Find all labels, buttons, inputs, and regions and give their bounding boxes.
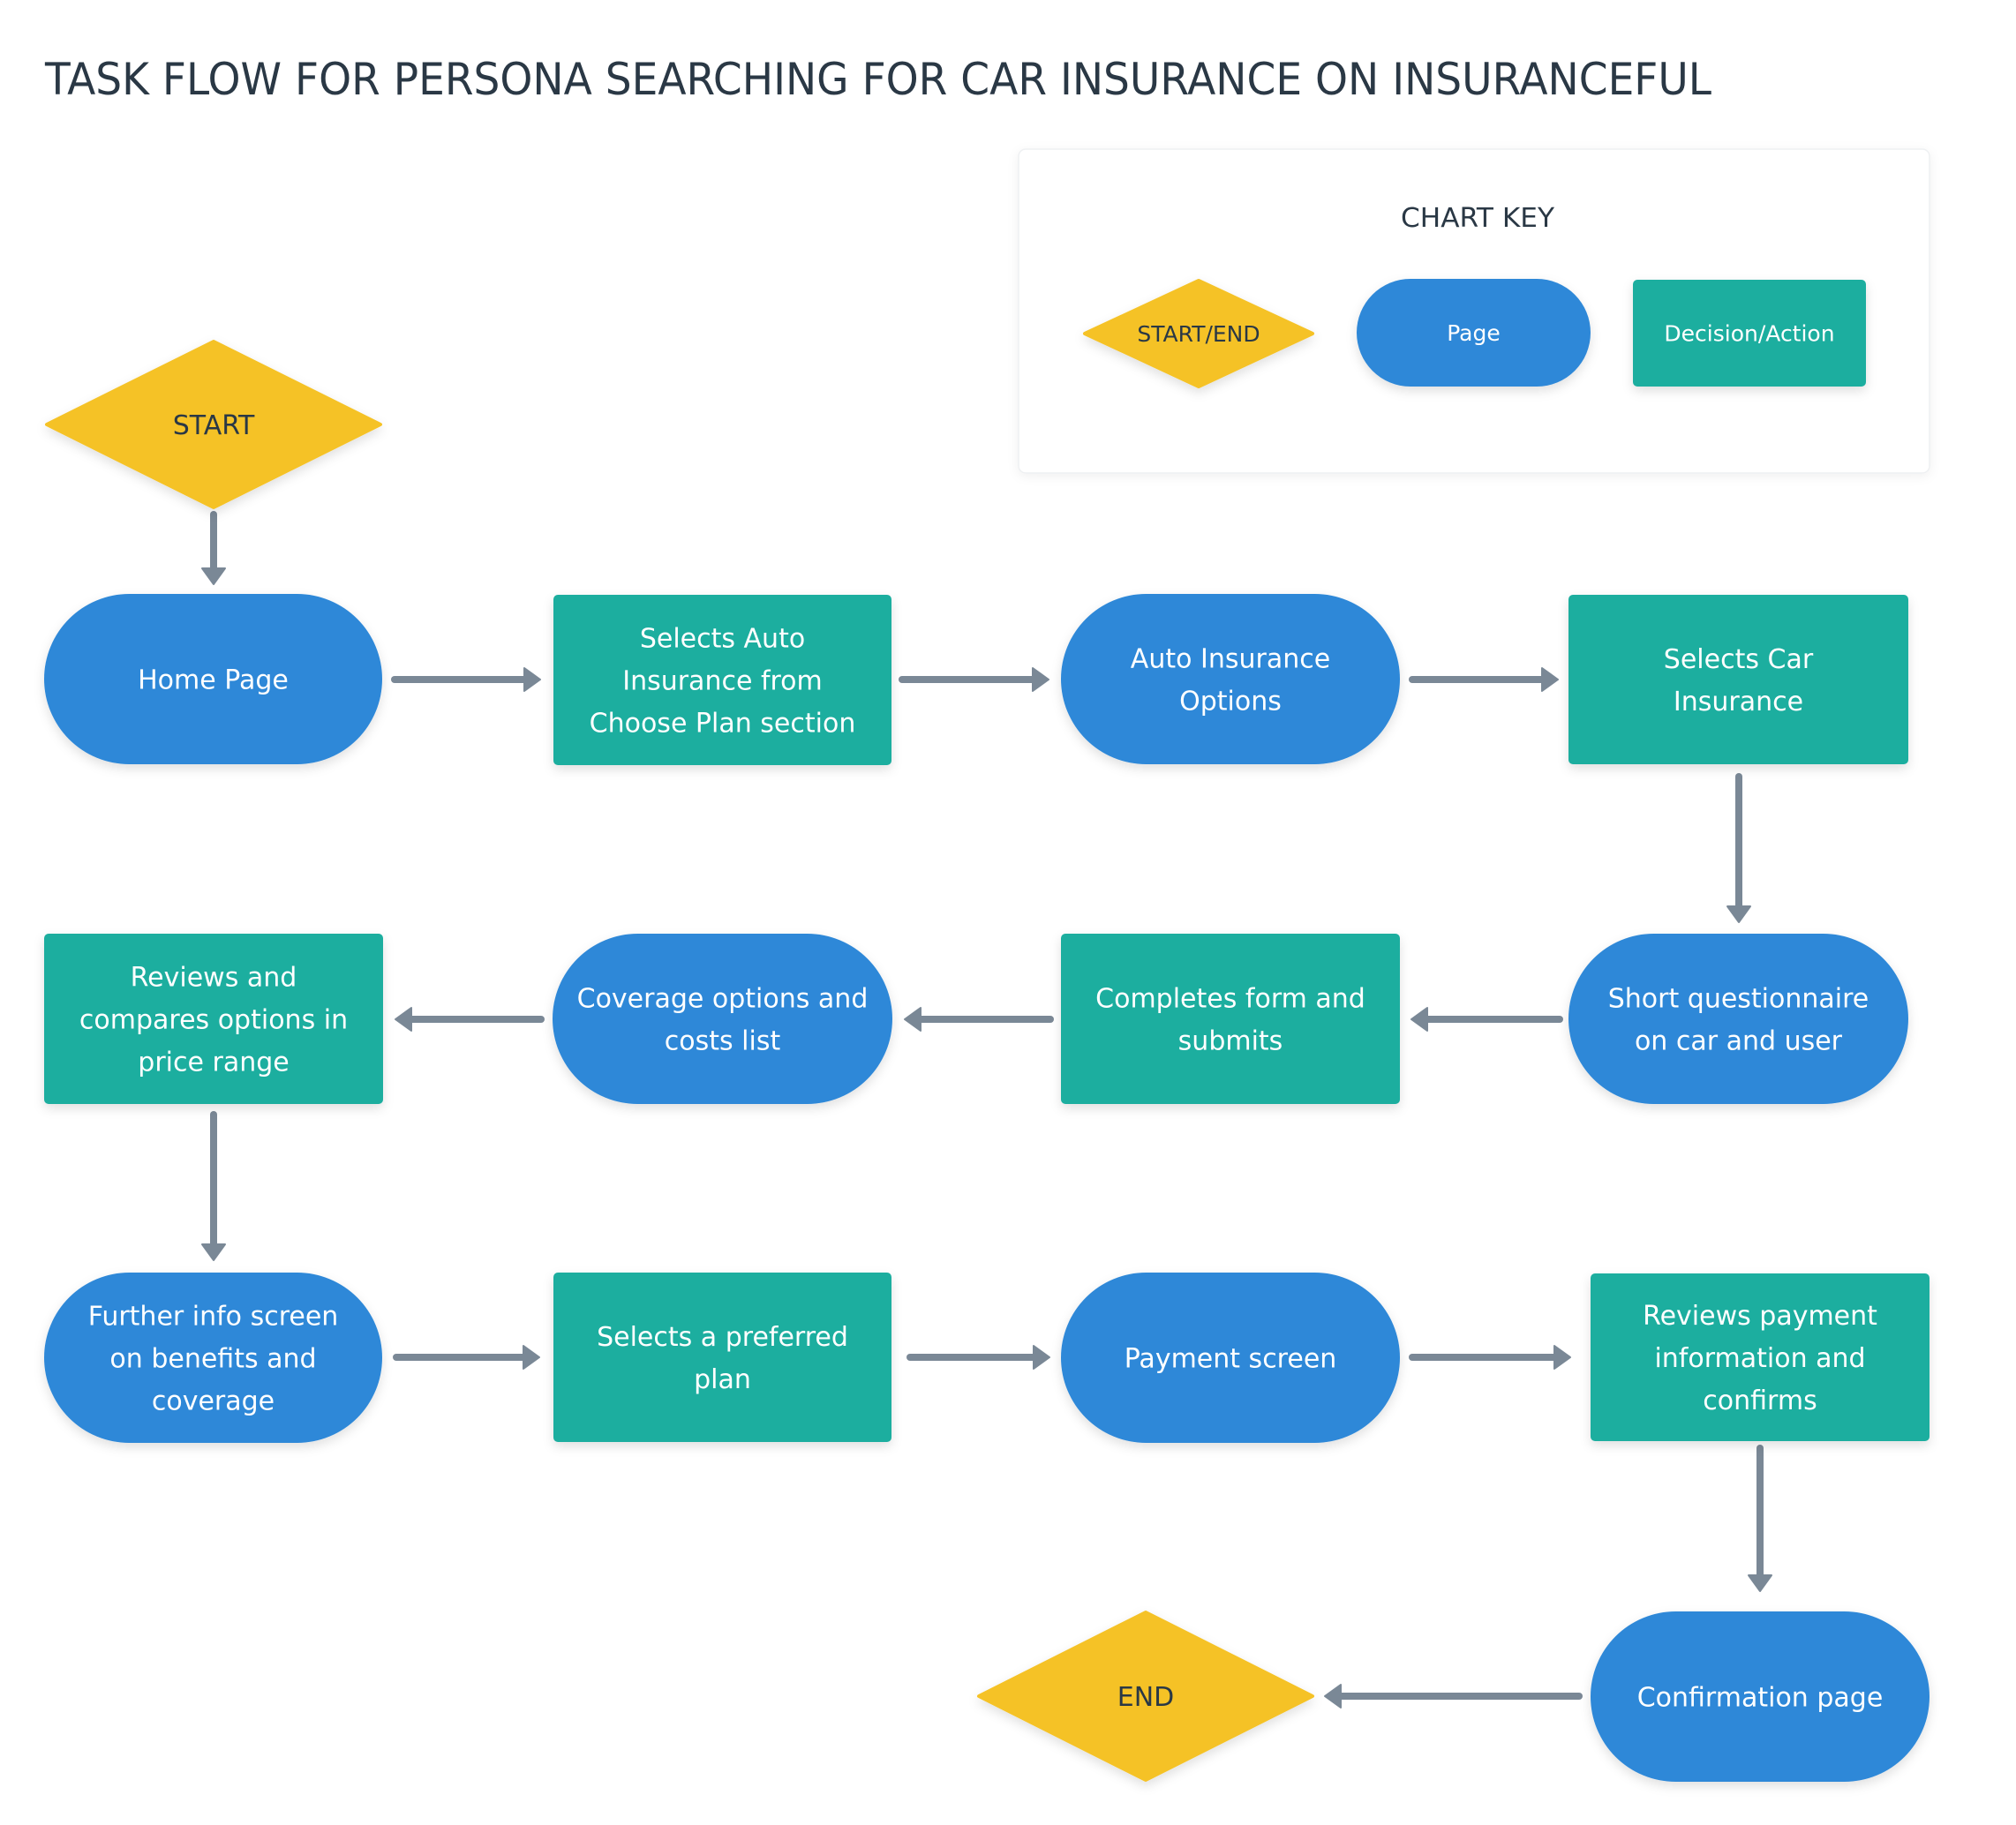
node-label-line: Insurance — [1674, 687, 1803, 717]
flow-node-start[interactable]: START — [45, 340, 382, 509]
node-label-line: END — [1117, 1682, 1175, 1713]
chart-key-label: START/END — [1137, 321, 1260, 347]
node-label-line: confirms — [1703, 1386, 1817, 1416]
node-label-line: Reviews and — [131, 963, 297, 994]
node-label-line: on car and user — [1635, 1026, 1843, 1057]
connector-arrow — [899, 667, 1049, 692]
arrowhead-icon — [1553, 1345, 1571, 1370]
diagram-title: TASK FLOW FOR PERSONA SEARCHING FOR CAR … — [44, 54, 1711, 105]
node-label-line: Selects Auto — [640, 624, 805, 655]
node-label-line: plan — [694, 1364, 751, 1395]
flow-node-short-questionnaire[interactable]: Short questionnaire on car and user — [1568, 934, 1908, 1104]
connector-arrow — [1324, 1684, 1583, 1709]
flow-connectors — [201, 511, 1772, 1709]
node-label-line: Selects Car — [1664, 644, 1814, 675]
flow-node-completes-form[interactable]: Completes form and submits — [1061, 934, 1400, 1104]
chart-key: CHART KEY START/END Page Decision/Action — [1018, 148, 1930, 474]
flow-node-auto-insurance-options[interactable]: Auto Insurance Options — [1061, 594, 1400, 764]
arrowhead-icon — [904, 1007, 921, 1032]
node-label-line: Auto Insurance — [1131, 644, 1330, 675]
arrowhead-icon — [395, 1007, 412, 1032]
flow-node-reviews-compares-options[interactable]: Reviews and compares options in price rang… — [44, 934, 383, 1104]
page-pill[interactable] — [1568, 934, 1908, 1104]
arrowhead-icon — [523, 667, 541, 692]
chart-key-label: Page — [1447, 320, 1501, 346]
node-label-line: price range — [138, 1048, 289, 1078]
decision-action-box[interactable] — [1061, 934, 1400, 1104]
node-label-line: information and — [1654, 1343, 1865, 1374]
flow-node-further-info-screen[interactable]: Further info screen on benefits and covera… — [44, 1273, 382, 1443]
arrowhead-icon — [1410, 1007, 1428, 1032]
chart-key-item-page: Page — [1357, 279, 1591, 387]
connector-arrow — [1726, 773, 1751, 923]
flow-node-confirmation-page[interactable]: Confirmation page — [1591, 1611, 1929, 1782]
arrowhead-icon — [1748, 1574, 1772, 1592]
connector-arrow — [391, 667, 541, 692]
node-label-line: Home Page — [138, 665, 289, 696]
node-label-line: Insurance from — [622, 666, 823, 697]
node-label-line: compares options in — [79, 1005, 348, 1036]
arrowhead-icon — [1541, 667, 1559, 692]
connector-arrow — [395, 1007, 545, 1032]
connector-arrow — [1409, 667, 1559, 692]
flow-node-selects-car-insurance[interactable]: Selects Car Insurance — [1568, 595, 1908, 764]
node-label-line: Completes form and — [1095, 984, 1365, 1015]
node-label-line: Confirmation page — [1637, 1683, 1884, 1714]
node-label-line: Selects a preferred — [597, 1322, 848, 1353]
connector-arrow — [906, 1345, 1050, 1370]
arrowhead-icon — [1033, 1345, 1050, 1370]
arrowhead-icon — [1324, 1684, 1342, 1709]
node-label-line: Coverage options and — [577, 984, 869, 1015]
chart-key-title: CHART KEY — [1401, 203, 1555, 234]
page-pill[interactable] — [553, 934, 892, 1104]
node-label-line: costs list — [665, 1026, 781, 1057]
connector-arrow — [1409, 1345, 1571, 1370]
connector-arrow — [201, 1111, 226, 1261]
node-label-line: coverage — [152, 1386, 275, 1417]
node-label-line: submits — [1178, 1026, 1283, 1057]
connector-arrow — [393, 1345, 540, 1370]
arrowhead-icon — [523, 1345, 540, 1370]
flow-node-end[interactable]: END — [977, 1611, 1314, 1782]
flow-node-selects-auto-insurance[interactable]: Selects Auto Insurance from Choose Plan se… — [553, 595, 891, 765]
node-label-line: Payment screen — [1125, 1344, 1337, 1375]
flow-node-home-page[interactable]: Home Page — [44, 594, 382, 764]
connector-arrow — [1748, 1445, 1772, 1592]
decision-action-box[interactable] — [553, 1273, 891, 1442]
flow-node-coverage-options-list[interactable]: Coverage options and costs list — [553, 934, 892, 1104]
flow-nodes: START Home Page Selects Auto Insurance from… — [44, 340, 1929, 1782]
connector-arrow — [904, 1007, 1054, 1032]
node-label-line: Choose Plan section — [590, 709, 856, 740]
chart-key-item-decision-action: Decision/Action — [1633, 280, 1866, 387]
chart-key-label: Decision/Action — [1664, 321, 1834, 347]
flow-node-payment-screen[interactable]: Payment screen — [1061, 1273, 1400, 1443]
node-label-line: on benefits and — [109, 1344, 316, 1375]
connector-arrow — [1410, 1007, 1563, 1032]
task-flow-diagram: TASK FLOW FOR PERSONA SEARCHING FOR CAR … — [44, 54, 1930, 1782]
decision-action-box[interactable] — [1568, 595, 1908, 764]
page-pill[interactable] — [1061, 594, 1400, 764]
node-label-line: Options — [1179, 687, 1282, 717]
arrowhead-icon — [1032, 667, 1049, 692]
node-label-line: START — [173, 410, 255, 441]
arrowhead-icon — [201, 1243, 226, 1261]
arrowhead-icon — [201, 567, 226, 585]
arrowhead-icon — [1726, 905, 1751, 923]
flow-node-reviews-payment-info[interactable]: Reviews payment information and confirms — [1591, 1273, 1929, 1441]
node-label-line: Short questionnaire — [1608, 984, 1869, 1015]
node-label-line: Further info screen — [88, 1302, 339, 1333]
connector-arrow — [201, 511, 226, 585]
node-label-line: Reviews payment — [1643, 1301, 1877, 1332]
flow-node-selects-preferred-plan[interactable]: Selects a preferred plan — [553, 1273, 891, 1442]
